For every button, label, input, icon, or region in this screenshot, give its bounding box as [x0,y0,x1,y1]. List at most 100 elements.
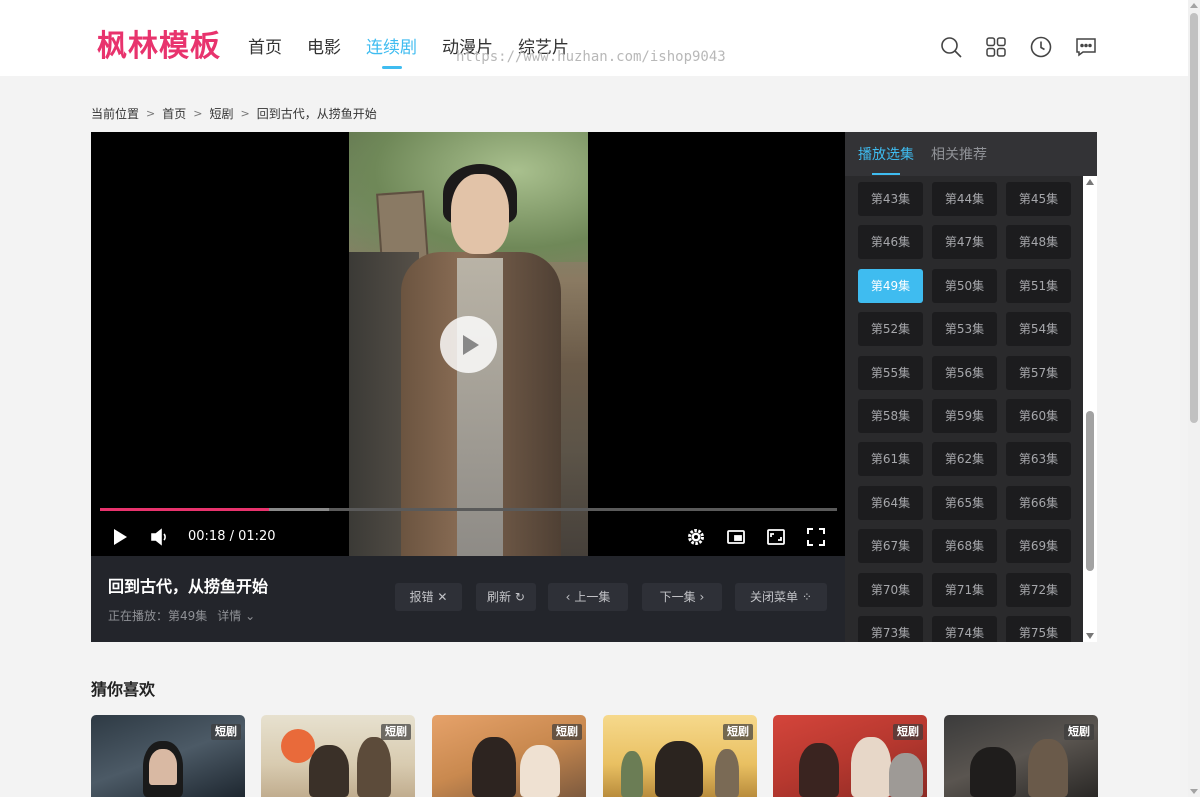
recommend-card[interactable]: 短剧 [944,715,1098,797]
report-button[interactable]: 报错 ✕ [395,583,462,611]
episode-button[interactable]: 第68集 [932,529,997,564]
episode-button[interactable]: 第66集 [1006,485,1071,520]
history-icon[interactable] [1029,35,1053,59]
recommend-card[interactable]: 短剧 [603,715,757,797]
episode-button[interactable]: 第48集 [1006,225,1071,260]
episode-button[interactable]: 第59集 [932,399,997,433]
card-tag: 短剧 [893,724,923,740]
episode-button[interactable]: 第61集 [858,442,923,477]
watermark: https://www.huzhan.com/ishop9043 [456,49,726,65]
site-header: 枫林模板 首页 电影 连续剧 动漫片 综艺片 https://www.huzha… [0,0,1188,76]
episode-button[interactable]: 第46集 [858,225,923,260]
episode-button[interactable]: 第71集 [932,572,997,607]
episode-button[interactable]: 第67集 [858,529,923,564]
scroll-down-icon[interactable] [1086,633,1094,639]
episode-button[interactable]: 第62集 [932,442,997,477]
scroll-thumb[interactable] [1190,13,1198,423]
episode-button[interactable]: 第50集 [932,268,997,303]
player-controls: 00:18 / 01:20 [91,522,845,552]
episode-button[interactable]: 第43集 [858,182,923,216]
sidebar-scrollbar[interactable] [1083,176,1097,642]
scroll-down-icon[interactable] [1190,789,1198,794]
recommend-title: 猜你喜欢 [91,680,156,699]
page-scrollbar[interactable] [1188,0,1200,797]
chevron-right-icon: > [146,107,156,120]
episode-button[interactable]: 第58集 [858,399,923,433]
recommend-card[interactable]: 短剧 [91,715,245,797]
recommend-card[interactable]: 短剧 [261,715,415,797]
volume-icon[interactable] [150,527,170,547]
recommend-card[interactable]: 短剧 [773,715,927,797]
episode-button[interactable]: 第73集 [858,616,923,642]
episode-button[interactable]: 第49集 [858,268,923,303]
episode-button[interactable]: 第60集 [1006,399,1071,433]
tab-episodes[interactable]: 播放选集 [858,145,914,175]
episode-button[interactable]: 第56集 [932,355,997,390]
search-icon[interactable] [939,35,963,59]
card-tag: 短剧 [1064,724,1094,740]
prev-episode-button[interactable]: ‹ 上一集 [548,583,628,611]
pip-icon[interactable] [726,527,746,547]
episode-button[interactable]: 第75集 [1006,616,1071,642]
progress-played [100,508,269,511]
video-title: 回到古代，从捞鱼开始 [108,577,269,596]
scroll-up-icon[interactable] [1086,179,1094,185]
breadcrumb-category[interactable]: 短剧 [209,106,233,122]
chevron-right-icon: > [240,107,250,120]
site-logo[interactable]: 枫林模板 [97,28,221,66]
web-fullscreen-icon[interactable] [766,527,786,547]
episode-button[interactable]: 第63集 [1006,442,1071,477]
episode-button[interactable]: 第44集 [932,182,997,216]
card-tag: 短剧 [381,724,411,740]
episode-button[interactable]: 第65集 [932,485,997,520]
progress-bar[interactable] [100,508,837,511]
refresh-button[interactable]: 刷新 ↻ [476,583,536,611]
episode-button[interactable]: 第45集 [1006,182,1071,216]
scroll-up-icon[interactable] [1190,3,1198,8]
video-player[interactable]: 00:18 / 01:20 [91,132,845,556]
chevron-down-icon: ⌄ [245,609,256,623]
now-playing: 正在播放：第49集 详情 ⌄ [108,608,255,624]
episode-button[interactable]: 第69集 [1006,529,1071,564]
breadcrumb-label: 当前位置 [91,107,140,121]
settings-icon[interactable] [686,527,706,547]
card-tag: 短剧 [723,724,753,740]
sidebar-tabs: 播放选集 相关推荐 [845,132,1097,176]
big-play-button[interactable] [440,316,497,373]
nav-item-movies[interactable]: 电影 [307,36,341,60]
episode-button[interactable]: 第57集 [1006,355,1071,390]
apps-icon[interactable] [984,35,1008,59]
time-display: 00:18 / 01:20 [188,529,276,544]
episode-button[interactable]: 第72集 [1006,572,1071,607]
tab-related[interactable]: 相关推荐 [931,145,987,165]
header-actions [918,35,1098,59]
episode-button[interactable]: 第47集 [932,225,997,260]
close-menu-button[interactable]: 关闭菜单 ⁘ [735,583,827,611]
chevron-right-icon: > [193,107,203,120]
episode-button[interactable]: 第53集 [932,312,997,347]
close-icon: ✕ [437,590,448,604]
episode-button[interactable]: 第51集 [1006,268,1071,303]
scroll-thumb[interactable] [1086,411,1094,571]
chevron-left-icon: ‹ [565,590,571,604]
grid-icon: ⁘ [801,590,812,604]
message-icon[interactable] [1074,35,1098,59]
episode-button[interactable]: 第55集 [858,355,923,390]
refresh-icon: ↻ [514,590,525,604]
episode-button[interactable]: 第70集 [858,572,923,607]
nav-item-series[interactable]: 连续剧 [366,36,417,69]
next-episode-button[interactable]: 下一集 › [642,583,722,611]
episode-button[interactable]: 第54集 [1006,312,1071,347]
chevron-right-icon: › [699,590,705,604]
play-icon[interactable] [110,527,130,547]
now-playing-label: 正在播放：第49集 [108,609,208,623]
recommend-card[interactable]: 短剧 [432,715,586,797]
episode-button[interactable]: 第74集 [932,616,997,642]
detail-toggle[interactable]: 详情 ⌄ [217,608,255,624]
nav-item-home[interactable]: 首页 [248,36,282,60]
episode-button[interactable]: 第64集 [858,485,923,520]
card-tag: 短剧 [552,724,582,740]
episode-button[interactable]: 第52集 [858,312,923,347]
fullscreen-icon[interactable] [806,527,826,547]
breadcrumb-home[interactable]: 首页 [162,106,186,122]
